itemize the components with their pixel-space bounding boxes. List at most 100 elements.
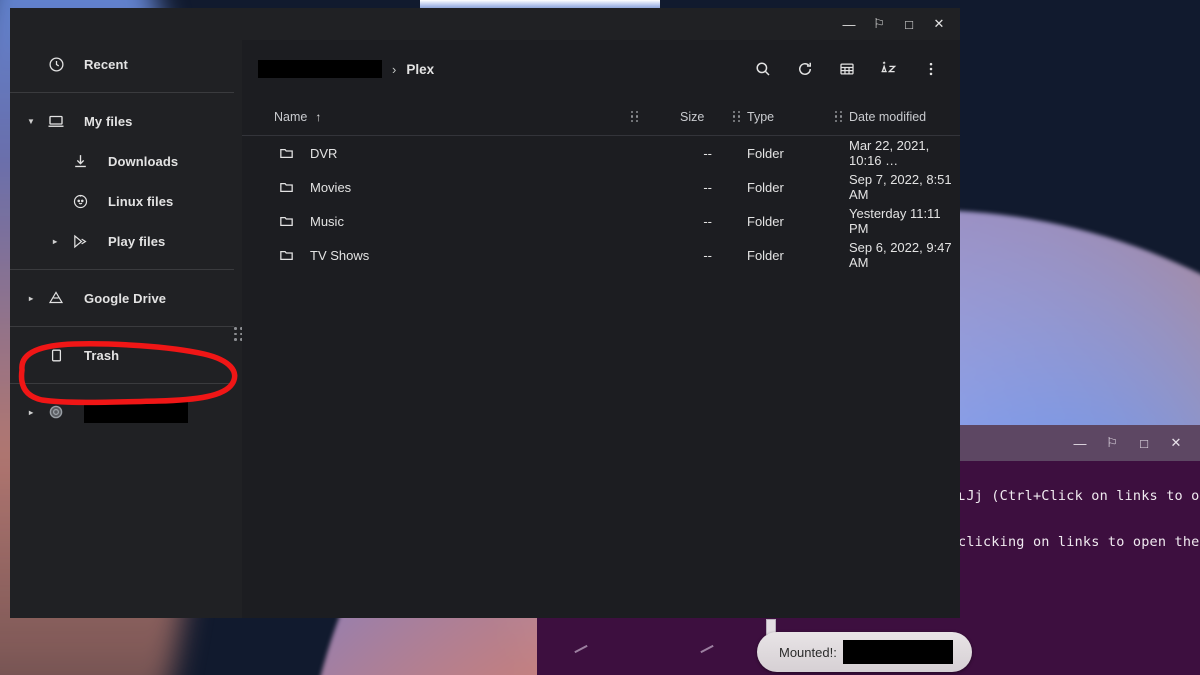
column-header-date-modified[interactable]: Date modified <box>849 110 926 124</box>
sidebar-section-drive: ▸ Google Drive <box>10 274 242 322</box>
breadcrumb-root-redacted[interactable] <box>258 60 382 78</box>
play-store-icon <box>66 233 94 250</box>
sidebar-item-mounted-share[interactable]: ▸ <box>10 392 228 432</box>
sidebar-item-label: Google Drive <box>84 290 167 306</box>
sort-ascending-icon: ↑ <box>315 109 322 124</box>
files-titlebar[interactable]: — ⚐ □ ✕ <box>10 8 960 40</box>
column-header-name[interactable]: Name ↑ <box>274 110 321 124</box>
column-resize-handle-name[interactable] <box>631 110 639 123</box>
files-maximize-button[interactable]: □ <box>894 10 924 38</box>
screen-top-strip <box>420 0 660 8</box>
sidebar-item-play-files[interactable]: ▸ Play files <box>10 221 228 261</box>
files-pin-button[interactable]: ⚐ <box>864 10 894 38</box>
chevron-right-icon[interactable]: ▸ <box>44 237 66 246</box>
terminal-maximize-button[interactable]: □ <box>1130 429 1158 457</box>
more-options-icon[interactable] <box>916 54 946 84</box>
terminal-line-1: ʟJj (Ctrl+Click on links to ope <box>958 488 1200 504</box>
laptop-icon <box>42 112 70 130</box>
sidebar-item-label: Recent <box>84 56 128 72</box>
chevron-down-icon[interactable]: ▼ <box>20 117 42 126</box>
file-date-modified: Sep 6, 2022, 9:47 AM <box>849 240 952 270</box>
files-app-window[interactable]: — ⚐ □ ✕ ▸ Recent ▼ <box>10 8 960 618</box>
terminal-artifact-1 <box>574 644 588 654</box>
file-size: -- <box>703 179 712 195</box>
table-row[interactable]: Music -- Folder Yesterday 11:11 PM <box>242 204 960 238</box>
sidebar-item-label: Trash <box>84 347 120 363</box>
sidebar-item-my-files[interactable]: ▼ My files <box>10 101 228 141</box>
folder-icon <box>278 179 295 196</box>
file-size: -- <box>703 213 712 229</box>
file-size: -- <box>703 247 712 263</box>
breadcrumb[interactable]: › Plex <box>258 60 748 78</box>
sidebar-divider-1 <box>10 92 234 93</box>
files-minimize-button[interactable]: — <box>834 10 864 38</box>
network-share-icon <box>42 403 70 421</box>
file-name: TV Shows <box>310 247 370 263</box>
sidebar-item-redacted-label <box>84 401 188 423</box>
file-name: DVR <box>310 145 338 161</box>
grid-view-icon[interactable] <box>832 54 862 84</box>
terminal-titlebar[interactable]: — ⚐ □ ✕ <box>958 425 1200 461</box>
download-icon <box>66 153 94 170</box>
terminal-line-2: clicking on links to open them <box>958 534 1200 550</box>
column-header-type[interactable]: Type <box>747 110 774 124</box>
sidebar-item-label: Linux files <box>108 193 174 209</box>
folder-icon <box>278 247 295 264</box>
column-header-name-label: Name <box>274 109 308 124</box>
chevron-right-icon[interactable]: ▸ <box>20 408 42 417</box>
toolbar: › Plex <box>242 40 960 98</box>
toolbar-actions <box>748 54 946 84</box>
sidebar-item-google-drive[interactable]: ▸ Google Drive <box>10 278 228 318</box>
sidebar-section-recent: ▸ Recent <box>10 40 242 88</box>
file-type: Folder <box>747 145 784 161</box>
breadcrumb-separator-icon: › <box>392 61 397 77</box>
search-icon[interactable] <box>748 54 778 84</box>
sidebar-item-downloads[interactable]: ▸ Downloads <box>10 141 228 181</box>
sidebar-section-myfiles: ▼ My files ▸ Downloads ▸ <box>10 97 242 265</box>
column-resize-handle-size[interactable] <box>733 110 741 123</box>
file-date-modified: Mar 22, 2021, 10:16 … <box>849 138 930 168</box>
sidebar: ▸ Recent ▼ My files <box>10 40 243 618</box>
terminal-artifact-2 <box>700 644 714 654</box>
terminal-close-button[interactable]: ✕ <box>1162 429 1190 457</box>
file-name: Movies <box>310 179 352 195</box>
column-header-row: Name ↑ Size Type Date modified <box>242 98 960 136</box>
sidebar-item-recent[interactable]: ▸ Recent <box>10 44 228 84</box>
refresh-icon[interactable] <box>790 54 820 84</box>
sidebar-item-linux-files[interactable]: ▸ Linux files <box>10 181 228 221</box>
file-rows: DVR -- Folder Mar 22, 2021, 10:16 … Movi… <box>242 136 960 618</box>
chevron-right-icon[interactable]: ▸ <box>20 294 42 303</box>
folder-icon <box>278 145 295 162</box>
file-type: Folder <box>747 213 784 229</box>
sort-az-icon[interactable] <box>874 54 904 84</box>
file-date-modified: Sep 7, 2022, 8:51 AM <box>849 172 952 202</box>
column-resize-handle-type[interactable] <box>835 110 843 123</box>
file-date-modified: Yesterday 11:11 PM <box>849 206 941 236</box>
terminal-minimize-button[interactable]: — <box>1066 429 1094 457</box>
trash-icon <box>42 347 70 364</box>
breadcrumb-current[interactable]: Plex <box>406 62 434 77</box>
sidebar-divider-2 <box>10 269 234 270</box>
folder-icon <box>278 213 295 230</box>
sidebar-item-label: My files <box>84 113 133 129</box>
sidebar-divider-4 <box>10 383 234 384</box>
terminal-pin-button[interactable]: ⚐ <box>1098 429 1126 457</box>
file-list-pane: › Plex Name ↑ Size Type Date modified DV… <box>242 40 960 618</box>
sidebar-divider-3 <box>10 326 234 327</box>
clock-icon <box>42 56 70 73</box>
files-close-button[interactable]: ✕ <box>924 10 954 38</box>
toast-label: Mounted!: <box>779 644 837 660</box>
sidebar-item-trash[interactable]: ▸ Trash <box>10 335 228 375</box>
table-row[interactable]: DVR -- Folder Mar 22, 2021, 10:16 … <box>242 136 960 170</box>
file-name: Music <box>310 213 344 229</box>
table-row[interactable]: Movies -- Folder Sep 7, 2022, 8:51 AM <box>242 170 960 204</box>
table-row[interactable]: TV Shows -- Folder Sep 6, 2022, 9:47 AM <box>242 238 960 272</box>
column-header-size[interactable]: Size <box>680 110 704 124</box>
drive-icon <box>42 289 70 307</box>
toast-redacted-value <box>842 640 953 664</box>
linux-penguin-icon <box>66 193 94 210</box>
sidebar-section-mounted: ▸ <box>10 388 242 436</box>
file-size: -- <box>703 145 712 161</box>
sidebar-section-trash: ▸ Trash <box>10 331 242 379</box>
mounted-toast: Mounted!: <box>757 632 972 672</box>
